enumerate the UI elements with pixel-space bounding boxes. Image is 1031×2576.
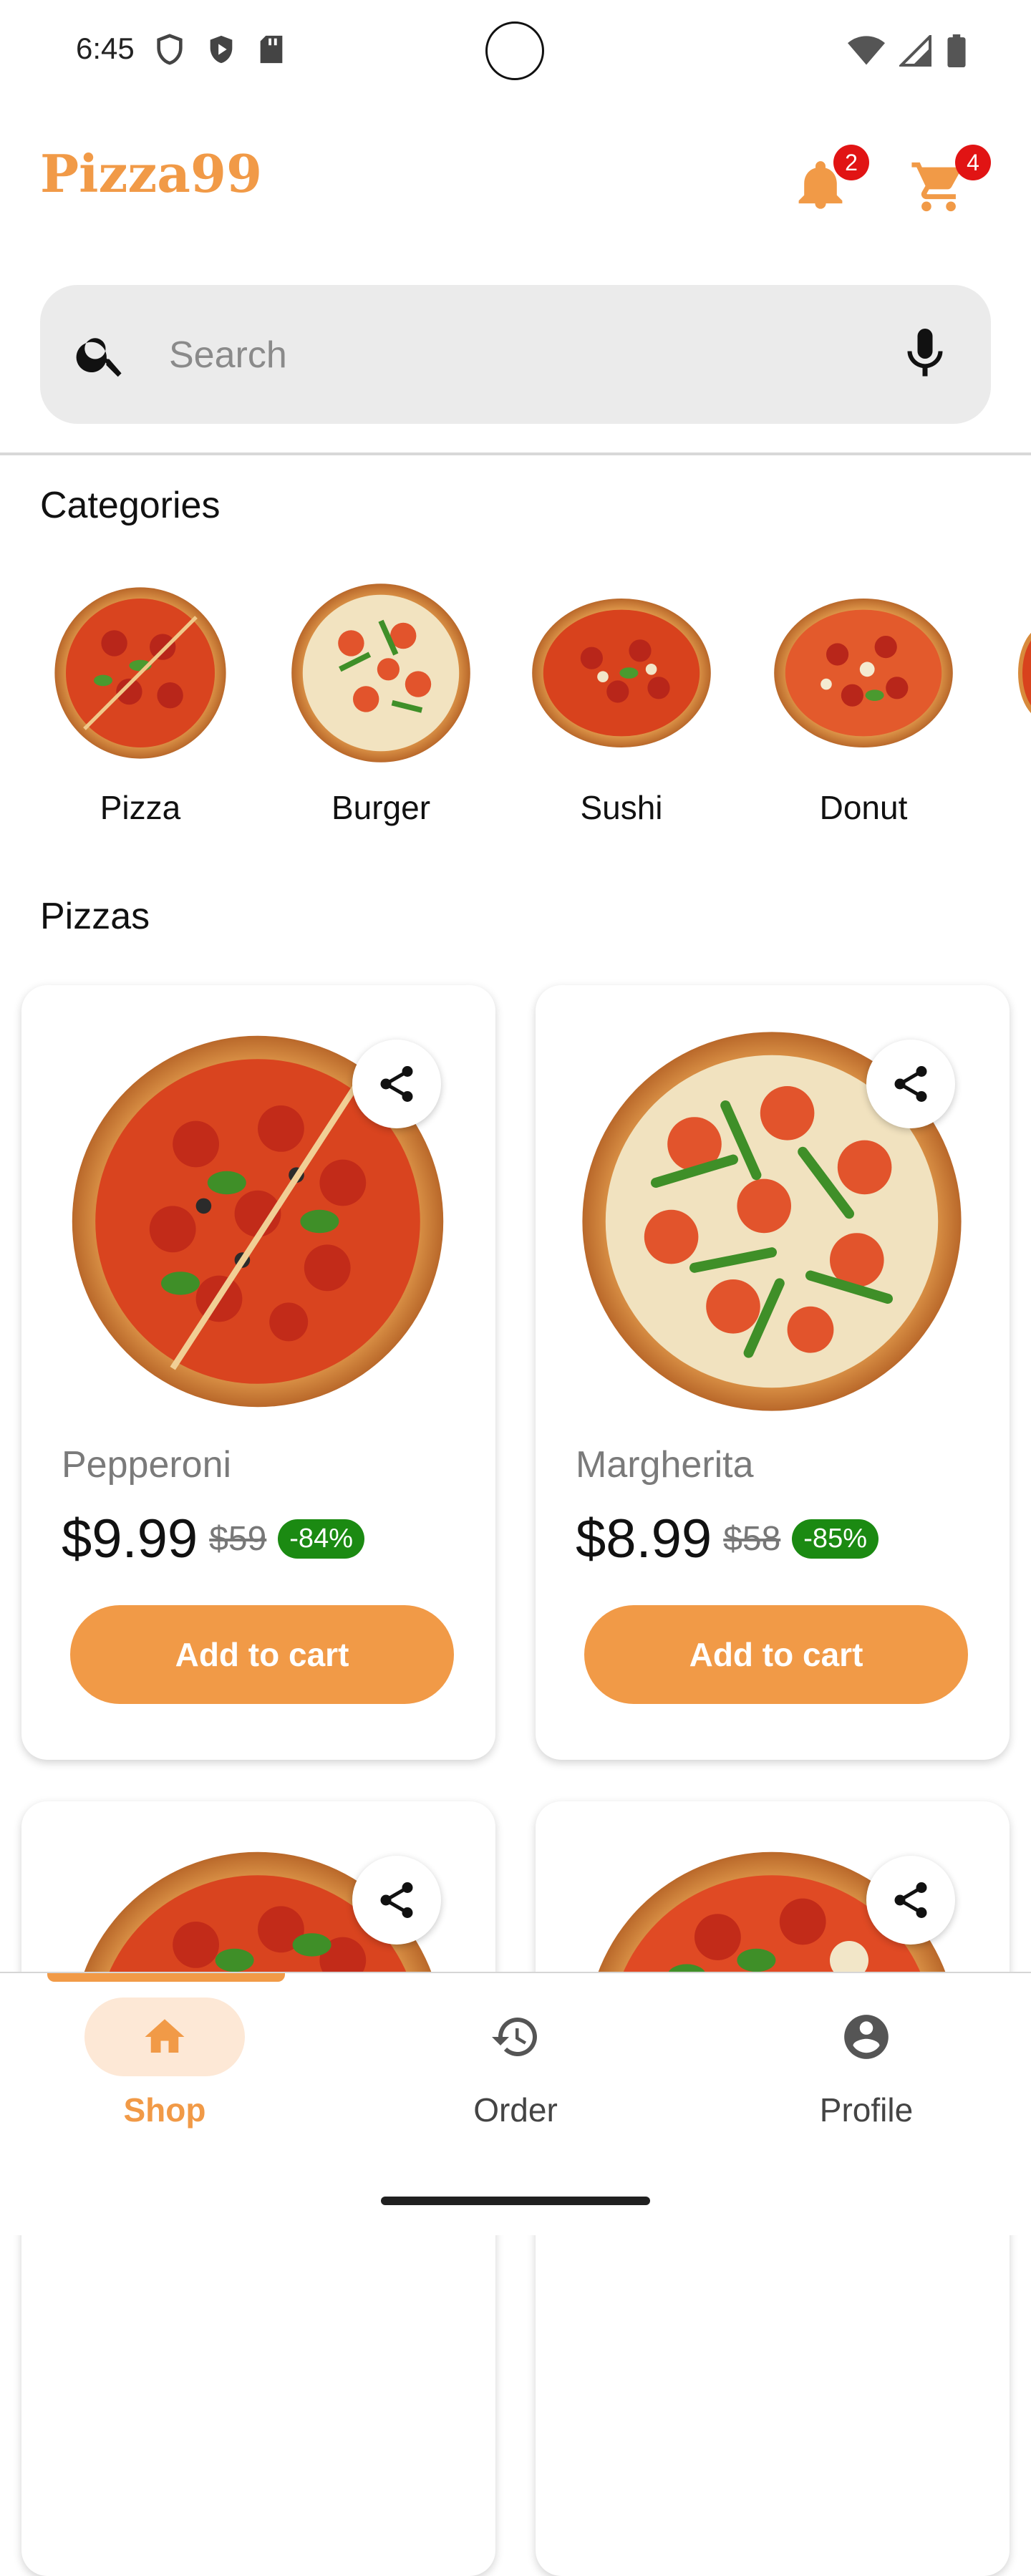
nav-item-shop[interactable]: Shop (57, 1998, 272, 2155)
nav-label: Order (473, 2091, 558, 2129)
product-card-margherita[interactable]: Margherita $8.99 $58 -85% Add to cart (536, 985, 1010, 1760)
nav-pill (435, 1998, 596, 2076)
status-time: 6:45 (76, 32, 135, 65)
add-to-cart-button[interactable]: Add to cart (584, 1605, 968, 1704)
product-card-pepperoni[interactable]: Pepperoni $9.99 $59 -84% Add to cart (21, 985, 495, 1760)
notifications-badge: 2 (833, 145, 869, 180)
price-row: $8.99 $58 -85% (576, 1508, 878, 1570)
status-bar: 6:45 (0, 0, 1031, 100)
bottom-navigation: Shop Order Profile (0, 1972, 1031, 2235)
history-icon (492, 2018, 537, 2056)
category-item-sushi[interactable]: Sushi (514, 580, 729, 827)
app-logo: Pizza99 (40, 143, 263, 204)
category-item-donut[interactable]: Donut (756, 580, 971, 827)
search-icon (76, 338, 122, 377)
share-button[interactable] (352, 1856, 441, 1945)
nav-item-profile[interactable]: Profile (759, 1998, 974, 2155)
account-icon (844, 2015, 889, 2059)
category-image-partial (1018, 632, 1031, 714)
search-input[interactable] (168, 315, 815, 395)
notifications-button[interactable]: 2 (790, 145, 869, 212)
battery-icon (947, 34, 966, 67)
category-item-burger[interactable]: Burger (274, 580, 488, 827)
share-icon (894, 1066, 927, 1102)
add-to-cart-button[interactable]: Add to cart (70, 1605, 454, 1704)
category-label: Donut (819, 789, 908, 826)
product-name: Margherita (576, 1444, 754, 1486)
categories-title: Categories (40, 485, 221, 526)
share-icon (894, 1882, 927, 1918)
nav-label: Shop (123, 2091, 206, 2129)
product-old-price: $58 (723, 1520, 781, 1558)
nav-active-indicator (47, 1973, 285, 1982)
share-icon (380, 1066, 413, 1102)
divider (0, 452, 1031, 455)
discount-badge: -84% (278, 1519, 364, 1559)
product-price: $8.99 (576, 1509, 712, 1569)
home-icon (145, 2019, 185, 2053)
price-row: $9.99 $59 -84% (62, 1508, 364, 1570)
cart-button[interactable]: 4 (909, 145, 991, 212)
status-icons-right (848, 34, 967, 67)
discount-badge: -85% (792, 1519, 878, 1559)
cart-badge: 4 (955, 145, 991, 180)
category-image (774, 599, 953, 747)
share-icon (380, 1882, 413, 1918)
category-image (291, 584, 470, 762)
nav-item-order[interactable]: Order (408, 1998, 623, 2155)
shield-icon (157, 34, 183, 65)
mic-icon[interactable] (895, 324, 955, 384)
search-bar[interactable] (40, 285, 991, 424)
share-button[interactable] (352, 1040, 441, 1128)
nav-pill (786, 1998, 947, 2076)
product-price: $9.99 (62, 1509, 198, 1569)
category-image (54, 587, 226, 759)
share-button[interactable] (866, 1856, 955, 1945)
signal-icon (899, 35, 931, 67)
status-icons-left (153, 33, 286, 66)
category-label: Pizza (100, 789, 181, 826)
category-label: Burger (331, 789, 431, 826)
product-name: Pepperoni (62, 1444, 232, 1486)
share-button[interactable] (866, 1040, 955, 1128)
camera-cutout (485, 21, 544, 80)
nav-pill (84, 1998, 245, 2076)
category-item-pizza[interactable]: Pizza (33, 580, 248, 827)
category-image (532, 599, 711, 747)
product-old-price: $59 (209, 1520, 267, 1558)
home-indicator[interactable] (381, 2197, 650, 2205)
wifi-icon (848, 36, 885, 65)
nav-label: Profile (819, 2091, 914, 2129)
pizzas-title: Pizzas (40, 896, 150, 937)
category-label: Sushi (580, 789, 663, 826)
play-shield-icon (210, 35, 233, 64)
sd-card-icon (260, 35, 283, 64)
